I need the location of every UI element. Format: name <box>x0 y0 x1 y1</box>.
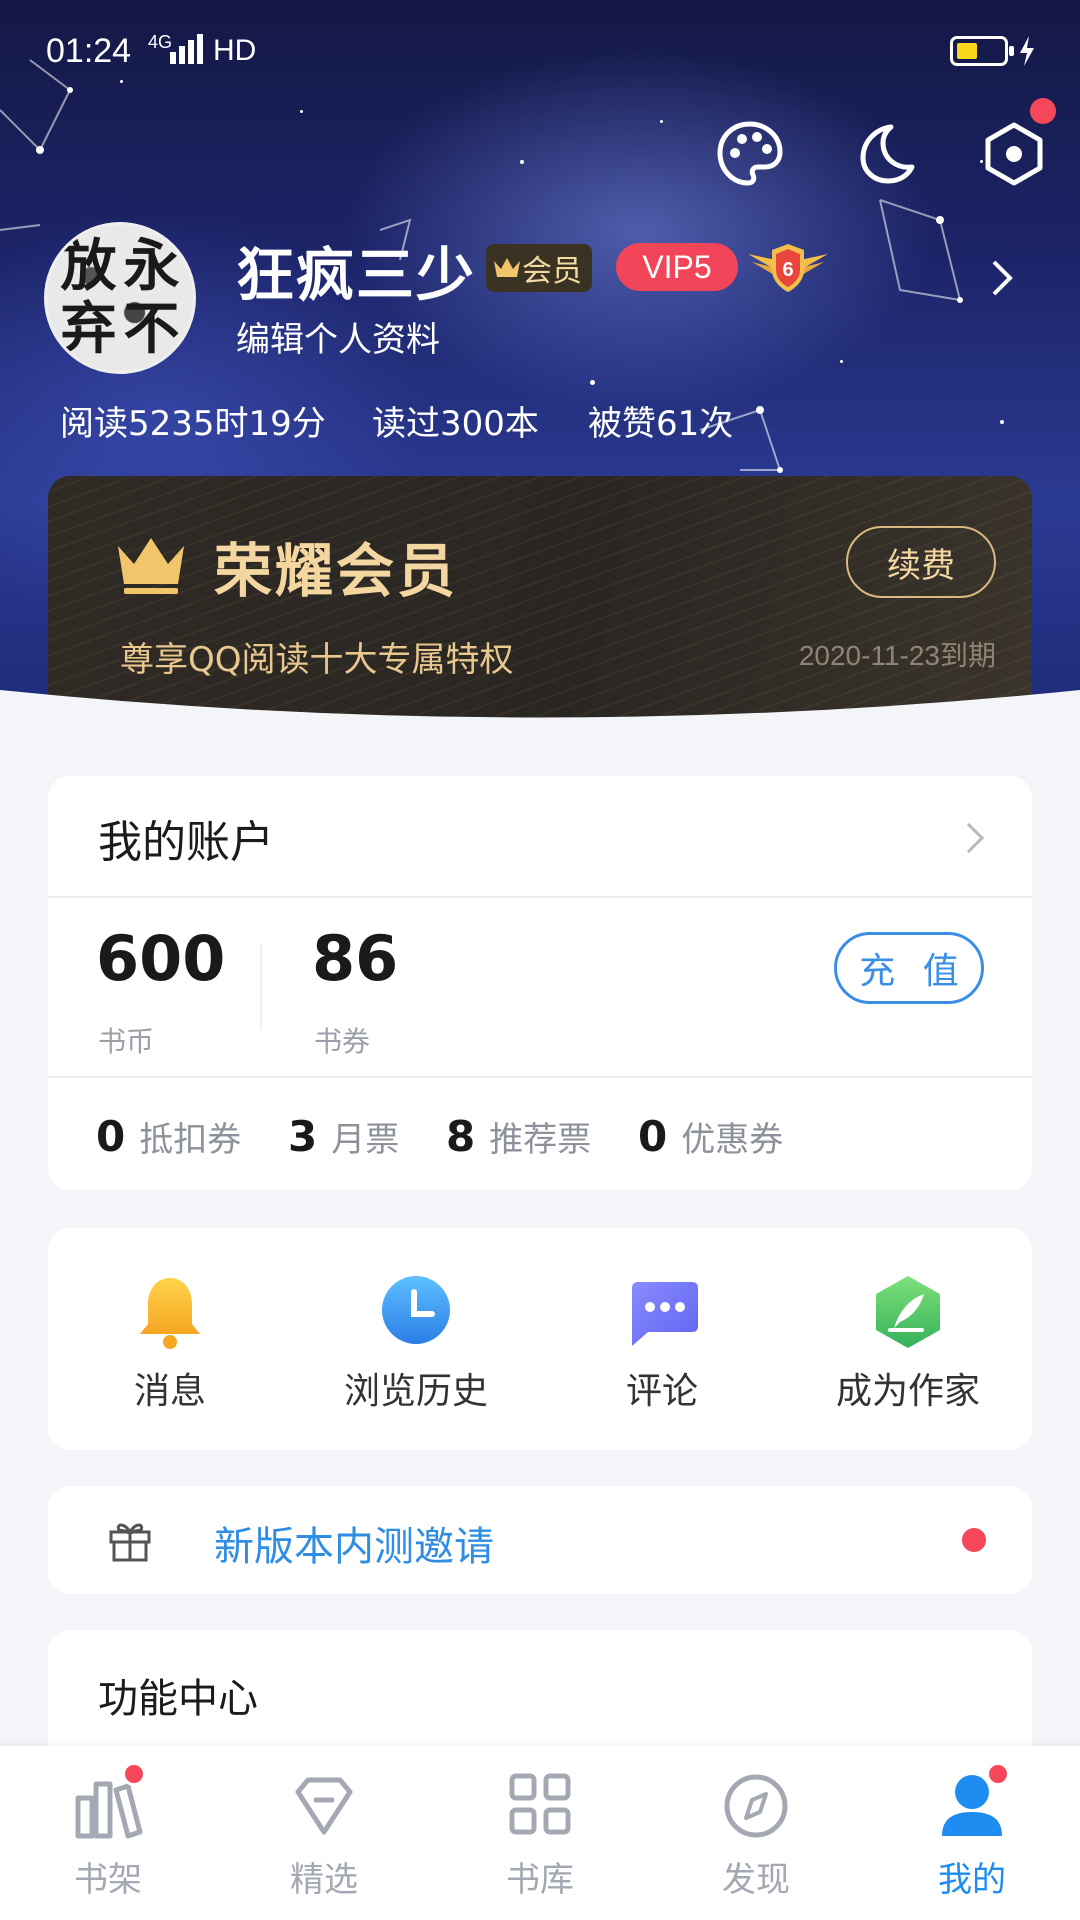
avatar[interactable]: 放 永 弃 不 <box>44 222 196 374</box>
notification-dot <box>962 1528 986 1552</box>
ticket-label: 推荐票 <box>489 1120 592 1160</box>
settings-hexagon-icon[interactable] <box>978 118 1050 190</box>
notification-dot <box>986 1762 1010 1786</box>
username[interactable]: 狂疯三少 <box>236 228 476 312</box>
ticket-value: 8 <box>446 1112 476 1161</box>
ticket-coupon[interactable]: 0 优惠券 <box>638 1112 783 1161</box>
header-wave-divider <box>0 690 1080 750</box>
shortcuts-card: 消息 浏览历史 评论 成为作家 <box>48 1228 1032 1450</box>
invite-banner[interactable]: 新版本内测邀请 <box>48 1486 1032 1594</box>
vouchers-value[interactable]: 86 <box>312 922 398 995</box>
function-center-title: 功能中心 <box>98 1676 258 1722</box>
crown-icon <box>494 258 520 277</box>
chevron-right-icon[interactable] <box>964 820 986 856</box>
divider <box>48 1076 1032 1078</box>
nav-label: 书库 <box>506 1860 574 1900</box>
member-badge[interactable]: 会员 <box>486 244 592 292</box>
signal-icon <box>170 34 203 64</box>
moon-icon[interactable] <box>848 118 920 190</box>
member-subtitle: 尊享QQ阅读十大专属特权 <box>120 640 514 680</box>
shortcut-label: 浏览历史 <box>343 1371 488 1412</box>
member-title: 荣耀会员 <box>214 537 459 605</box>
avatar-char: 弃 <box>60 296 117 362</box>
nav-item-library[interactable]: 书库 <box>460 1768 620 1901</box>
member-expire-date: 2020-11-23到期 <box>798 640 996 671</box>
renew-button[interactable]: 续费 <box>846 526 996 598</box>
divider <box>48 896 1032 898</box>
ticket-label: 优惠券 <box>681 1120 784 1160</box>
diamond-icon <box>295 1777 353 1835</box>
stat-likes: 被赞61次 <box>588 404 734 444</box>
stat-read-time: 阅读5235时19分 <box>60 404 326 444</box>
battery-icon <box>950 36 1014 66</box>
compass-icon <box>724 1774 788 1838</box>
ticket-label: 月票 <box>331 1120 400 1160</box>
member-badge-label: 会员 <box>522 254 582 289</box>
stat-books-read: 读过300本 <box>372 404 539 444</box>
ticket-monthly[interactable]: 3 月票 <box>288 1112 399 1161</box>
shortcut-label: 成为作家 <box>835 1371 980 1412</box>
member-card[interactable]: 荣耀会员 续费 尊享QQ阅读十大专属特权 2020-11-23到期 <box>48 476 1032 726</box>
ticket-deduction[interactable]: 0 抵扣券 <box>96 1112 241 1161</box>
status-bar: 01:24 4G HD <box>0 0 1080 104</box>
nav-item-discover[interactable]: 发现 <box>676 1768 836 1901</box>
vertical-divider <box>260 944 262 1030</box>
vip-badge[interactable]: VIP5 <box>616 243 738 291</box>
nav-item-featured[interactable]: 精选 <box>244 1768 404 1901</box>
vouchers-label: 书券 <box>314 1025 371 1058</box>
palette-icon[interactable] <box>714 118 786 190</box>
ticket-value: 0 <box>96 1112 126 1161</box>
bell-icon <box>140 1278 200 1349</box>
nav-label: 书架 <box>74 1860 142 1900</box>
hd-indicator: HD <box>213 34 257 67</box>
charging-icon <box>1020 36 1034 66</box>
level-badge-icon[interactable]: 6 <box>748 240 828 294</box>
notification-dot <box>122 1762 146 1786</box>
ticket-value: 0 <box>638 1112 668 1161</box>
grid-icon <box>509 1773 571 1835</box>
quill-icon <box>876 1276 940 1348</box>
notification-dot <box>1030 98 1056 124</box>
ticket-label: 抵扣券 <box>139 1120 242 1160</box>
nav-item-bookshelf[interactable]: 书架 <box>28 1768 188 1901</box>
coins-label: 书币 <box>98 1025 155 1058</box>
edit-profile-link[interactable]: 编辑个人资料 <box>236 312 440 361</box>
gift-icon <box>109 1523 151 1562</box>
invite-label: 新版本内测邀请 <box>214 1524 494 1570</box>
ticket-value: 3 <box>288 1112 318 1161</box>
shortcut-history[interactable]: 浏览历史 <box>316 1272 516 1414</box>
level-number: 6 <box>782 259 793 281</box>
coins-value[interactable]: 600 <box>96 922 225 995</box>
avatar-char: 放 <box>60 233 117 299</box>
shortcut-label: 评论 <box>625 1371 698 1412</box>
shortcut-label: 消息 <box>133 1371 206 1412</box>
chevron-right-icon[interactable] <box>990 258 1014 298</box>
status-time: 01:24 <box>46 32 132 70</box>
nav-label: 精选 <box>290 1860 358 1900</box>
shortcut-comments[interactable]: 评论 <box>562 1272 762 1414</box>
shortcut-messages[interactable]: 消息 <box>70 1272 270 1414</box>
account-title[interactable]: 我的账户 <box>98 806 274 870</box>
avatar-char: 不 <box>123 296 180 362</box>
clock-icon <box>382 1276 450 1344</box>
shortcut-become-writer[interactable]: 成为作家 <box>808 1272 1008 1414</box>
chat-bubble-icon <box>632 1282 698 1346</box>
account-card: 我的账户 600 书币 86 书券 充 值 0 抵扣券 3 月票 8 推荐票 0… <box>48 776 1032 1190</box>
nav-item-me[interactable]: 我的 <box>892 1768 1052 1901</box>
recharge-button[interactable]: 充 值 <box>834 932 984 1004</box>
bottom-nav: 书架 精选 书库 发现 我的 <box>0 1746 1080 1920</box>
nav-label: 发现 <box>722 1860 790 1900</box>
crown-icon <box>118 538 184 594</box>
ticket-recommend[interactable]: 8 推荐票 <box>446 1112 591 1161</box>
nav-label: 我的 <box>938 1860 1006 1900</box>
avatar-char: 永 <box>123 233 180 299</box>
